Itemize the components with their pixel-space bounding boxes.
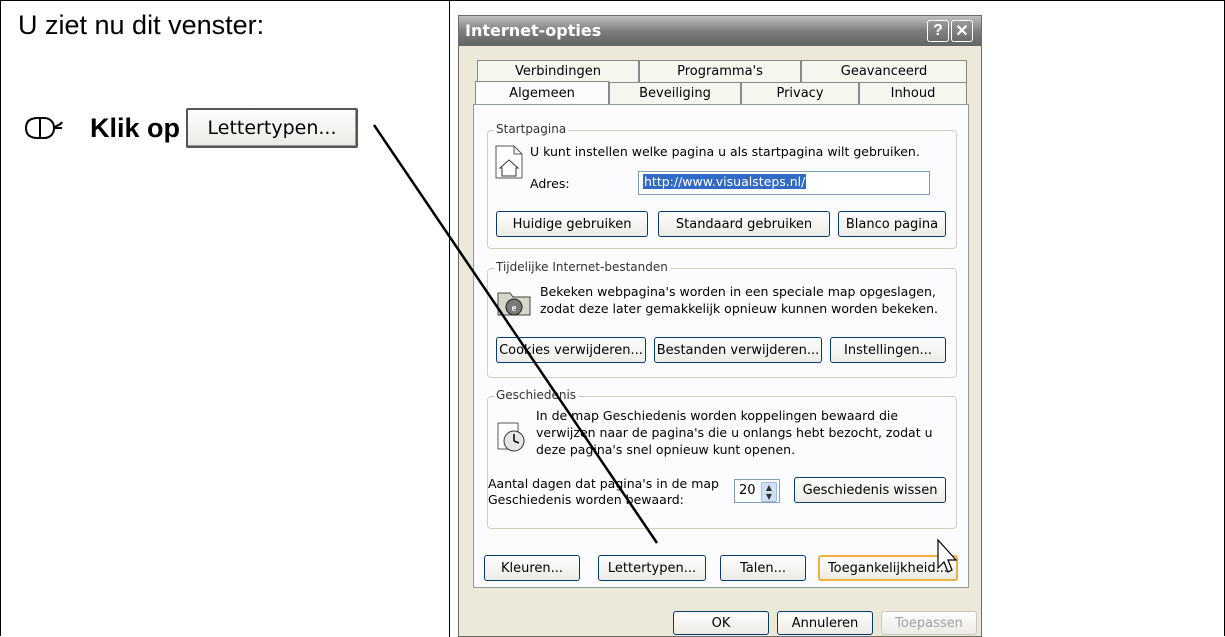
use-current-button[interactable]: Huidige gebruiken bbox=[496, 211, 648, 237]
history-line2: verwijzen naar de pagina's die u onlangs… bbox=[536, 425, 933, 440]
history-clock-icon bbox=[497, 422, 525, 452]
tab-panel-algemeen: Startpagina U kunt instellen welke pagin… bbox=[473, 104, 969, 588]
startpage-label: Startpagina bbox=[494, 122, 569, 136]
internet-explorer-folder-icon: e bbox=[497, 292, 531, 316]
use-default-button[interactable]: Standaard gebruiken bbox=[658, 211, 830, 237]
history-label: Geschiedenis bbox=[494, 388, 579, 402]
mouse-icon bbox=[24, 117, 63, 139]
dialog-titlebar: Internet-opties ? ✕ bbox=[459, 16, 981, 46]
ok-button[interactable]: OK bbox=[673, 611, 769, 635]
history-line3: deze pagina's snel opnieuw kunt openen. bbox=[536, 442, 796, 457]
history-days-stepper[interactable]: 20 ▲ ▼ bbox=[734, 479, 780, 503]
internet-options-dialog: Internet-opties ? ✕ Verbindingen Program… bbox=[458, 15, 982, 637]
address-value: http://www.visualsteps.nl/ bbox=[643, 174, 807, 189]
history-line1: In de map Geschiedenis worden koppelinge… bbox=[536, 408, 899, 423]
tab-programmas[interactable]: Programma's bbox=[639, 60, 801, 82]
tab-beveiliging[interactable]: Beveiliging bbox=[609, 82, 741, 104]
delete-cookies-button[interactable]: Cookies verwijderen... bbox=[496, 337, 646, 363]
tab-verbindingen[interactable]: Verbindingen bbox=[477, 60, 639, 82]
temp-files-group: Tijdelijke Internet-bestanden e Bekeken … bbox=[487, 260, 957, 378]
colors-button[interactable]: Kleuren... bbox=[484, 555, 580, 581]
startpage-description: U kunt instellen welke pagina u als star… bbox=[530, 144, 920, 159]
blank-page-button[interactable]: Blanco pagina bbox=[838, 211, 946, 237]
address-field[interactable]: http://www.visualsteps.nl/ bbox=[638, 171, 930, 195]
dialog-title: Internet-opties bbox=[465, 21, 602, 40]
fonts-button-illustration: Lettertypen... bbox=[186, 108, 359, 148]
tab-privacy[interactable]: Privacy bbox=[741, 82, 859, 104]
temp-files-line2: zodat deze later gemakkelijk opnieuw kun… bbox=[540, 301, 938, 316]
home-page-icon bbox=[495, 145, 523, 179]
clear-history-button[interactable]: Geschiedenis wissen bbox=[794, 477, 946, 503]
accessibility-button[interactable]: Toegankelijkheid... bbox=[818, 555, 958, 581]
svg-text:e: e bbox=[512, 302, 517, 314]
startpage-group: Startpagina U kunt instellen welke pagin… bbox=[487, 122, 957, 249]
tab-algemeen[interactable]: Algemeen bbox=[475, 81, 609, 105]
settings-button[interactable]: Instellingen... bbox=[830, 337, 946, 363]
temp-files-label: Tijdelijke Internet-bestanden bbox=[494, 260, 670, 274]
history-days-value: 20 bbox=[739, 483, 756, 498]
languages-button[interactable]: Talen... bbox=[720, 555, 806, 581]
address-label: Adres: bbox=[530, 176, 570, 191]
tab-inhoud[interactable]: Inhoud bbox=[859, 82, 967, 104]
column-divider bbox=[449, 0, 450, 637]
cancel-button[interactable]: Annuleren bbox=[777, 611, 873, 635]
delete-files-button[interactable]: Bestanden verwijderen... bbox=[654, 337, 822, 363]
stepper-arrows-icon[interactable]: ▲ ▼ bbox=[761, 482, 777, 502]
tab-geavanceerd[interactable]: Geavanceerd bbox=[801, 60, 967, 82]
history-group: Geschiedenis In de map Geschiedenis word… bbox=[487, 388, 957, 529]
history-days-line1: Aantal dagen dat pagina's in de map bbox=[488, 476, 719, 491]
close-button[interactable]: ✕ bbox=[951, 20, 973, 42]
page-heading: U ziet nu dit venster: bbox=[18, 10, 265, 40]
fonts-button[interactable]: Lettertypen... bbox=[598, 555, 706, 581]
apply-button[interactable]: Toepassen bbox=[881, 611, 977, 635]
help-button[interactable]: ? bbox=[927, 20, 949, 42]
temp-files-line1: Bekeken webpagina's worden in een specia… bbox=[540, 284, 936, 299]
instruction-row: Klik op Lettertypen... bbox=[22, 108, 359, 148]
history-days-line2: Geschiedenis worden bewaard: bbox=[488, 492, 684, 507]
instruction-prefix: Klik op bbox=[90, 112, 181, 143]
